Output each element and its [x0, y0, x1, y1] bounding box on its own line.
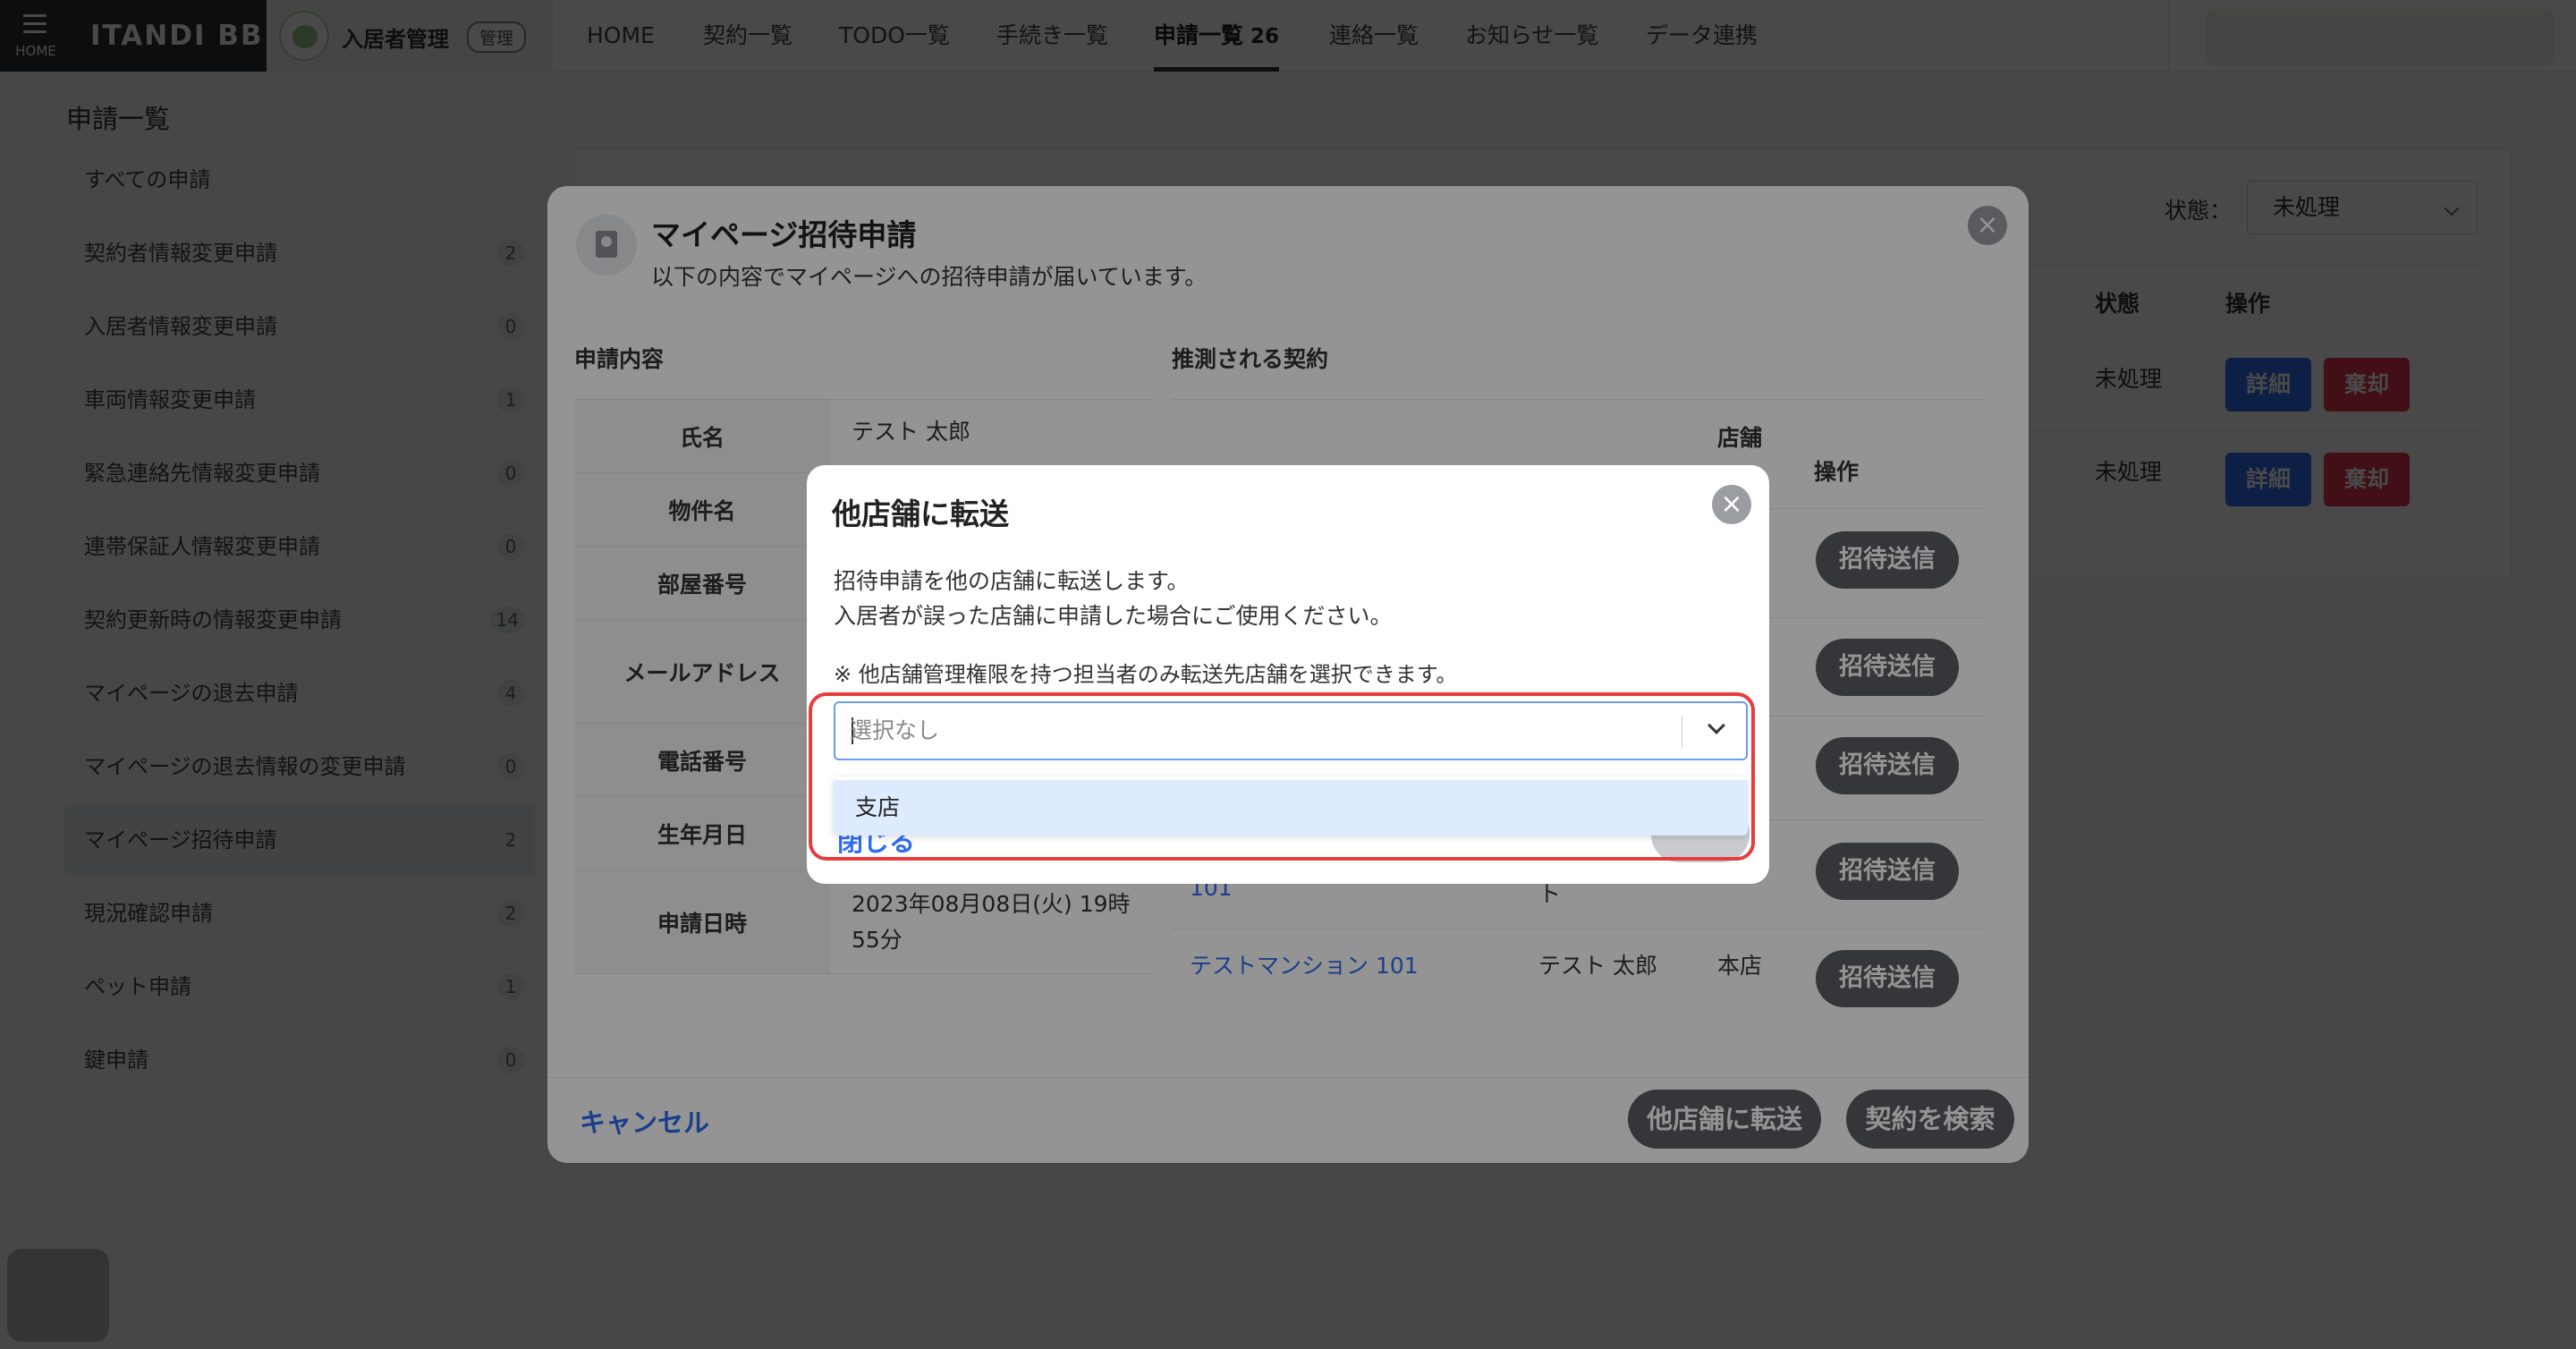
modal-title: 他店舗に転送: [832, 496, 1009, 531]
modal-description: 招待申請を他の店舗に転送します。 入居者が誤った店舗に申請した場合にご使用くださ…: [834, 564, 1393, 633]
close-icon[interactable]: ×: [1712, 485, 1751, 524]
permission-note: ※ 他店舗管理権限を持つ担当者のみ転送先店舗を選択できます。: [834, 662, 1458, 687]
annotation-highlight: [809, 692, 1755, 861]
description-line: 入居者が誤った店舗に申請した場合にご使用ください。: [834, 603, 1393, 629]
description-line: 招待申請を他の店舗に転送します。: [834, 568, 1190, 594]
